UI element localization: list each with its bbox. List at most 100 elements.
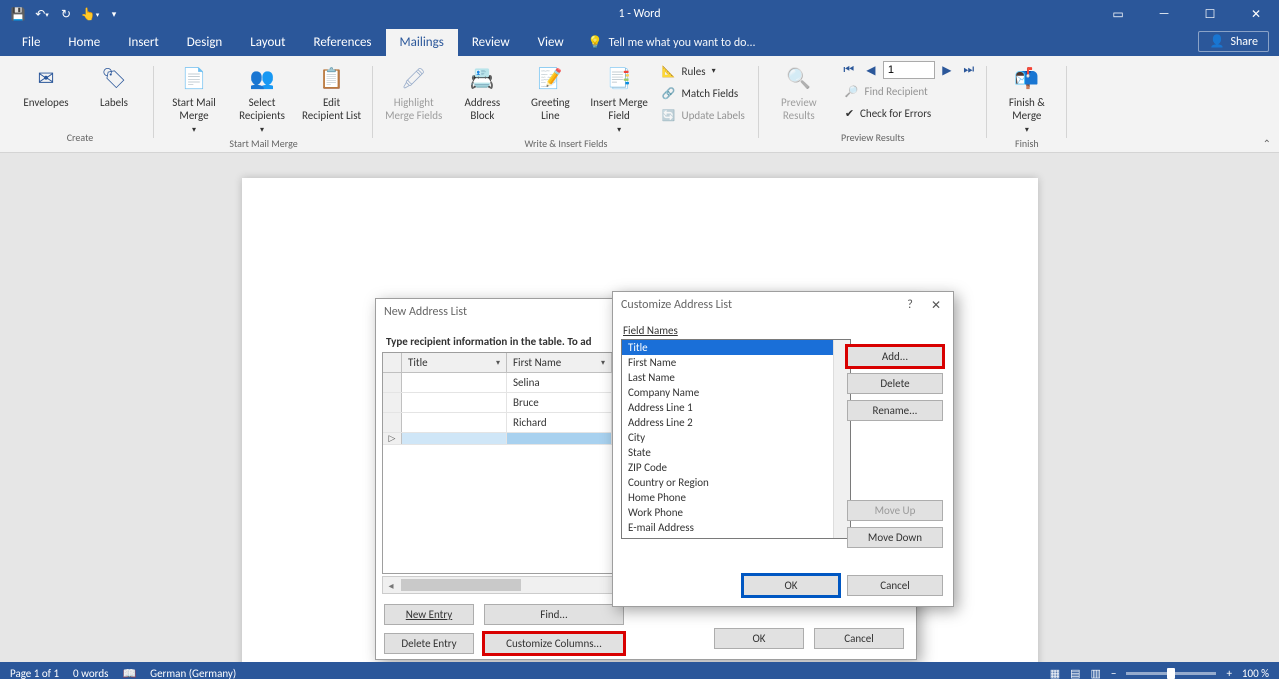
- zoom-in-icon[interactable]: +: [1226, 667, 1231, 679]
- tab-review[interactable]: Review: [458, 29, 524, 56]
- customize-columns-button[interactable]: Customize Columns...: [484, 633, 624, 654]
- ok-button[interactable]: OK: [714, 628, 804, 649]
- list-item[interactable]: Home Phone: [622, 490, 850, 505]
- help-icon[interactable]: ?: [901, 298, 919, 312]
- page-indicator[interactable]: Page 1 of 1: [10, 667, 59, 679]
- tab-layout[interactable]: Layout: [236, 29, 299, 56]
- edit-recipient-list-button[interactable]: 📋Edit Recipient List: [298, 60, 365, 122]
- list-item[interactable]: First Name: [622, 355, 850, 370]
- tell-me-box[interactable]: 💡Tell me what you want to do...: [578, 29, 766, 56]
- zoom-out-icon[interactable]: −: [1111, 667, 1116, 679]
- highlight-icon: 🖍: [398, 64, 430, 94]
- col-title[interactable]: Title▾: [402, 353, 507, 372]
- group-start-merge: 📄Start Mail Merge▾ 👥Select Recipients▾ 📋…: [154, 60, 373, 148]
- record-number-input[interactable]: [883, 61, 935, 79]
- field-names-list[interactable]: Title First Name Last Name Company Name …: [621, 339, 851, 539]
- add-field-button[interactable]: Add...: [847, 346, 943, 367]
- list-item[interactable]: E-mail Address: [622, 520, 850, 535]
- match-icon: 🔗: [662, 87, 676, 100]
- tab-references[interactable]: References: [300, 29, 386, 56]
- delete-entry-button[interactable]: Delete Entry: [384, 633, 474, 654]
- find-button[interactable]: Find...: [484, 604, 624, 625]
- labels-button[interactable]: 🏷Labels: [82, 60, 146, 109]
- start-mail-merge-button[interactable]: 📄Start Mail Merge▾: [162, 60, 226, 137]
- language-indicator[interactable]: German (Germany): [150, 667, 236, 679]
- share-button[interactable]: 👤Share: [1198, 31, 1269, 52]
- share-icon: 👤: [1209, 34, 1224, 49]
- last-record-icon[interactable]: ⏭: [959, 60, 979, 80]
- list-item[interactable]: City: [622, 430, 850, 445]
- scroll-left-icon[interactable]: ◂: [383, 579, 399, 592]
- close-icon[interactable]: ✕: [927, 298, 945, 313]
- list-item[interactable]: Company Name: [622, 385, 850, 400]
- move-up-button[interactable]: Move Up: [847, 500, 943, 521]
- group-create: ✉Envelopes 🏷Labels Create: [6, 60, 154, 148]
- list-item[interactable]: Title: [622, 340, 850, 355]
- next-record-icon[interactable]: ▶: [937, 60, 957, 80]
- group-label-preview: Preview Results: [841, 131, 905, 144]
- zoom-percent[interactable]: 100 %: [1242, 667, 1269, 679]
- list-item[interactable]: Address Line 2: [622, 415, 850, 430]
- web-layout-icon[interactable]: ▥: [1091, 667, 1101, 679]
- title-bar: 💾 ↶▾ ↻ 👆▾ ▾ 1 - Word ▭ — ☐ ✕: [0, 0, 1279, 28]
- envelopes-button[interactable]: ✉Envelopes: [14, 60, 78, 109]
- group-preview: 🔍Preview Results ⏮ ◀ ▶ ⏭ 🔎Find Recipient…: [759, 60, 987, 148]
- quick-access-toolbar: 💾 ↶▾ ↻ 👆▾ ▾: [0, 4, 124, 24]
- tab-design[interactable]: Design: [173, 29, 236, 56]
- close-button[interactable]: ✕: [1233, 0, 1279, 28]
- first-record-icon[interactable]: ⏮: [839, 60, 859, 80]
- col-first-name[interactable]: First Name▾: [507, 353, 612, 372]
- select-recipients-button[interactable]: 👥Select Recipients▾: [230, 60, 294, 137]
- minimize-button[interactable]: —: [1141, 0, 1187, 28]
- proofing-icon[interactable]: 📖: [122, 667, 136, 679]
- list-item[interactable]: State: [622, 445, 850, 460]
- list-item[interactable]: Address Line 1: [622, 400, 850, 415]
- finish-merge-button[interactable]: 📬Finish & Merge▾: [995, 60, 1059, 137]
- cancel-button[interactable]: Cancel: [847, 575, 943, 596]
- read-mode-icon[interactable]: ▦: [1050, 667, 1060, 679]
- find-recipient-button[interactable]: 🔎Find Recipient: [839, 80, 979, 102]
- prev-record-icon[interactable]: ◀: [861, 60, 881, 80]
- list-item[interactable]: ZIP Code: [622, 460, 850, 475]
- greeting-line-button[interactable]: 📝Greeting Line: [518, 60, 582, 122]
- list-item[interactable]: Work Phone: [622, 505, 850, 520]
- tab-view[interactable]: View: [524, 29, 578, 56]
- tab-home[interactable]: Home: [54, 29, 114, 56]
- move-down-button[interactable]: Move Down: [847, 527, 943, 548]
- word-count[interactable]: 0 words: [73, 667, 108, 679]
- rename-field-button[interactable]: Rename...: [847, 400, 943, 421]
- ok-button[interactable]: OK: [743, 575, 839, 596]
- new-entry-button[interactable]: New Entry: [384, 604, 474, 625]
- group-finish: 📬Finish & Merge▾ Finish: [987, 60, 1067, 148]
- chevron-down-icon[interactable]: ▾: [601, 358, 605, 368]
- rules-button[interactable]: 📐Rules▾: [656, 60, 751, 82]
- save-icon[interactable]: 💾: [8, 4, 28, 24]
- highlight-merge-fields-button[interactable]: 🖍Highlight Merge Fields: [381, 60, 446, 122]
- tab-file[interactable]: File: [8, 29, 54, 56]
- list-item[interactable]: Country or Region: [622, 475, 850, 490]
- chevron-down-icon[interactable]: ▾: [496, 358, 500, 368]
- redo-icon[interactable]: ↻: [56, 4, 76, 24]
- print-layout-icon[interactable]: ▤: [1070, 667, 1080, 679]
- preview-results-button[interactable]: 🔍Preview Results: [767, 60, 831, 122]
- tab-mailings[interactable]: Mailings: [386, 29, 458, 56]
- zoom-slider[interactable]: [1126, 672, 1216, 675]
- scroll-thumb[interactable]: [401, 579, 521, 591]
- zoom-thumb[interactable]: [1167, 668, 1175, 679]
- check-errors-button[interactable]: ✔Check for Errors: [839, 102, 979, 124]
- undo-icon[interactable]: ↶▾: [32, 4, 52, 24]
- update-labels-button[interactable]: 🔄Update Labels: [656, 104, 751, 126]
- tab-insert[interactable]: Insert: [114, 29, 173, 56]
- recipients-icon: 👥: [246, 64, 278, 94]
- insert-merge-field-button[interactable]: 📑Insert Merge Field▾: [586, 60, 651, 137]
- delete-field-button[interactable]: Delete: [847, 373, 943, 394]
- list-item[interactable]: Last Name: [622, 370, 850, 385]
- ribbon-options-icon[interactable]: ▭: [1095, 0, 1141, 28]
- match-fields-button[interactable]: 🔗Match Fields: [656, 82, 751, 104]
- touch-mode-icon[interactable]: 👆▾: [80, 4, 100, 24]
- maximize-button[interactable]: ☐: [1187, 0, 1233, 28]
- collapse-ribbon-icon[interactable]: ⌃: [1263, 137, 1271, 150]
- qat-customize-icon[interactable]: ▾: [104, 4, 124, 24]
- cancel-button[interactable]: Cancel: [814, 628, 904, 649]
- address-block-button[interactable]: 📇Address Block: [450, 60, 514, 122]
